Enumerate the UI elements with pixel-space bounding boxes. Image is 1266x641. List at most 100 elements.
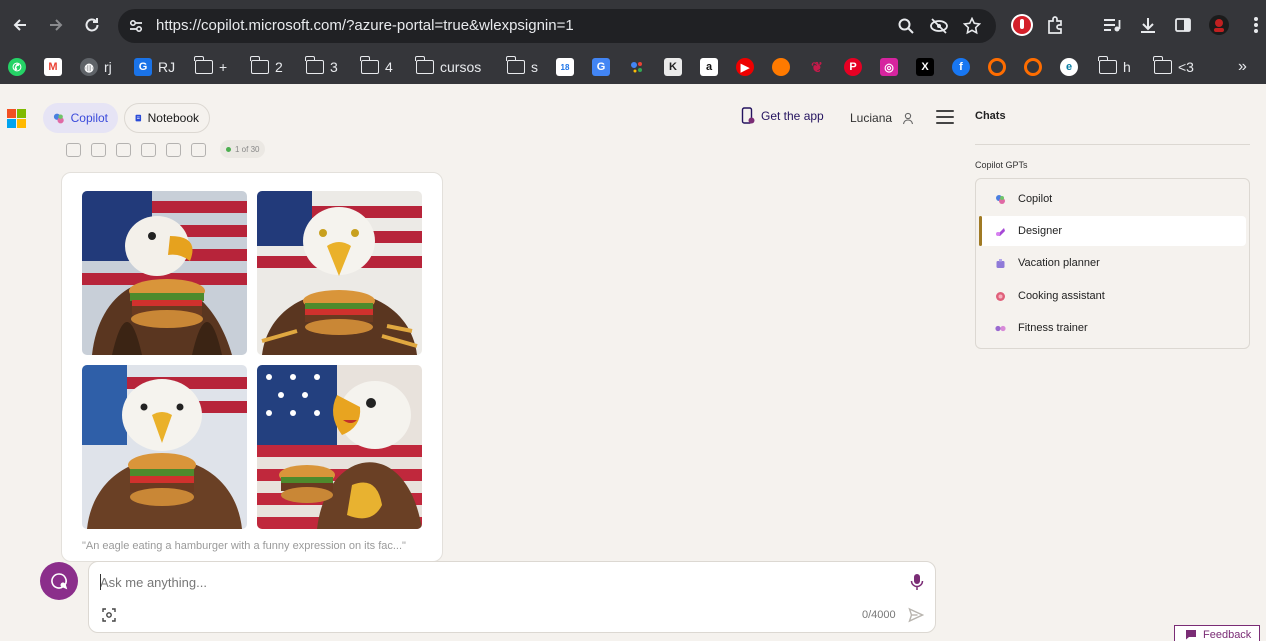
forward-button[interactable] <box>44 13 68 37</box>
bookmark-translate[interactable]: G <box>592 54 610 80</box>
media-queue-icon[interactable] <box>1100 13 1124 37</box>
user-icon[interactable] <box>901 111 915 125</box>
new-topic-button[interactable] <box>40 562 78 600</box>
bookmark-folder-cursos[interactable]: cursos <box>415 54 481 80</box>
send-icon[interactable] <box>908 607 924 623</box>
assistant-icon <box>628 58 646 76</box>
bookmark-assistant[interactable] <box>628 54 646 80</box>
raspberry-icon: ❦ <box>811 58 823 75</box>
adblock-extension-icon[interactable] <box>1010 13 1034 37</box>
back-button[interactable] <box>8 13 32 37</box>
character-count: 0/4000 <box>862 609 896 621</box>
zoom-icon[interactable] <box>896 16 916 36</box>
chat-plus-icon <box>51 573 68 590</box>
generated-image-3[interactable] <box>82 365 247 529</box>
copy-icon[interactable] <box>116 143 131 157</box>
generated-image-4[interactable] <box>257 365 422 529</box>
bookmark-rj-lower[interactable]: ◍ rj <box>80 54 112 80</box>
share-icon[interactable] <box>166 143 181 157</box>
bookmark-folder-heart[interactable]: <3 <box>1153 54 1194 80</box>
bookmark-orange-circle-2[interactable] <box>1024 54 1042 80</box>
bookmark-folder-h[interactable]: h <box>1098 54 1131 80</box>
hamburger-menu-icon[interactable] <box>936 110 954 124</box>
pinterest-icon: P <box>844 58 862 76</box>
speaker-icon[interactable] <box>191 143 206 157</box>
address-bar[interactable]: https://copilot.microsoft.com/?azure-por… <box>118 9 996 43</box>
folder-icon <box>360 56 379 74</box>
user-name[interactable]: Luciana <box>850 111 892 125</box>
phone-icon <box>741 107 755 124</box>
bookmark-whatsapp[interactable]: ✆ <box>8 54 26 80</box>
designer-icon <box>996 227 1005 236</box>
more-vert-icon[interactable] <box>1244 13 1266 37</box>
chevron-double-right-icon: » <box>1238 58 1247 75</box>
reload-button[interactable] <box>80 13 104 37</box>
bookmark-amazon[interactable]: a <box>700 54 718 80</box>
status-dot-icon <box>226 146 231 152</box>
thumbs-up-icon[interactable] <box>66 143 81 157</box>
copilot-page: Copilot Notebook Get the app Luciana 1 o… <box>0 84 1266 641</box>
bookmark-facebook[interactable]: f <box>952 54 970 80</box>
bookmark-pinterest[interactable]: P <box>844 54 862 80</box>
bookmark-raspberry[interactable]: ❦ <box>808 54 826 80</box>
star-icon[interactable] <box>962 16 982 36</box>
amazon-icon: a <box>700 58 718 76</box>
export-icon[interactable] <box>141 143 156 157</box>
profile-avatar-icon[interactable] <box>1207 13 1231 37</box>
browser-toolbar: https://copilot.microsoft.com/?azure-por… <box>0 0 1266 50</box>
folder-icon <box>415 56 434 74</box>
bookmark-calendar[interactable]: 18 <box>556 54 574 80</box>
tab-notebook[interactable]: Notebook <box>124 103 210 133</box>
generated-image-1[interactable] <box>82 191 247 355</box>
bookmark-x[interactable]: X <box>916 54 934 80</box>
bookmark-orange-app[interactable] <box>772 54 790 80</box>
visual-search-icon[interactable] <box>102 608 116 622</box>
chat-composer: 0/4000 <box>88 561 936 633</box>
bookmark-folder-2[interactable]: 2 <box>250 54 283 80</box>
youtube-music-icon: ▶ <box>736 58 754 76</box>
gpt-item-fitness-trainer[interactable]: Fitness trainer <box>979 313 1246 343</box>
bookmark-folder-plus[interactable]: + <box>194 54 227 80</box>
bookmark-folder-4[interactable]: 4 <box>360 54 393 80</box>
side-panel-icon[interactable] <box>1171 13 1195 37</box>
bookmark-gmail[interactable]: M <box>44 54 62 80</box>
gpts-list: Copilot Designer Vacation planner Cookin… <box>975 178 1250 349</box>
bookmark-rj-upper[interactable]: G RJ <box>134 54 175 80</box>
image-prompt-caption: "An eagle eating a hamburger with a funn… <box>82 540 406 552</box>
bookmarks-overflow-button[interactable]: » <box>1238 54 1247 80</box>
notebook-icon <box>135 114 142 122</box>
gpt-item-cooking-assistant[interactable]: Cooking assistant <box>979 281 1246 311</box>
bookmark-orange-circle-1[interactable] <box>988 54 1006 80</box>
eye-off-icon[interactable] <box>929 16 949 36</box>
cooking-pot-icon <box>996 291 1005 301</box>
generated-image-2[interactable] <box>257 191 422 355</box>
extensions-icon[interactable] <box>1044 13 1068 37</box>
download-icon[interactable] <box>1136 13 1160 37</box>
bookmark-k-app[interactable]: K <box>664 54 682 80</box>
bookmark-folder-3[interactable]: 3 <box>305 54 338 80</box>
gpt-item-copilot[interactable]: Copilot <box>979 184 1246 214</box>
microsoft-logo[interactable] <box>7 109 26 128</box>
thumbs-down-icon[interactable] <box>91 143 106 157</box>
bookmark-youtube-music[interactable]: ▶ <box>736 54 754 80</box>
folder-icon <box>194 56 213 74</box>
reload-icon <box>85 18 99 32</box>
calendar-icon: 18 <box>556 58 574 76</box>
gpt-item-designer[interactable]: Designer <box>979 216 1246 246</box>
arrow-right-icon <box>50 19 63 31</box>
gpt-item-vacation-planner[interactable]: Vacation planner <box>979 248 1246 278</box>
bookmark-instagram[interactable]: ◎ <box>880 54 898 80</box>
chat-input[interactable] <box>100 572 890 592</box>
microphone-icon[interactable] <box>909 573 925 591</box>
text-caret <box>100 574 101 590</box>
site-info-icon[interactable] <box>126 16 146 36</box>
tab-copilot[interactable]: Copilot <box>43 103 118 133</box>
message-actions <box>66 142 206 158</box>
get-app-link[interactable]: Get the app <box>741 107 824 125</box>
bookmark-folder-s[interactable]: s <box>506 54 538 80</box>
folder-icon <box>305 56 324 74</box>
chats-title: Chats <box>975 110 1006 122</box>
url-text[interactable]: https://copilot.microsoft.com/?azure-por… <box>156 17 574 34</box>
bookmark-e-app[interactable]: e <box>1060 54 1078 80</box>
bookmarks-bar: ✆ M ◍ rj G RJ + 2 3 4 cursos s 18 G K a ▶ … <box>0 50 1266 84</box>
